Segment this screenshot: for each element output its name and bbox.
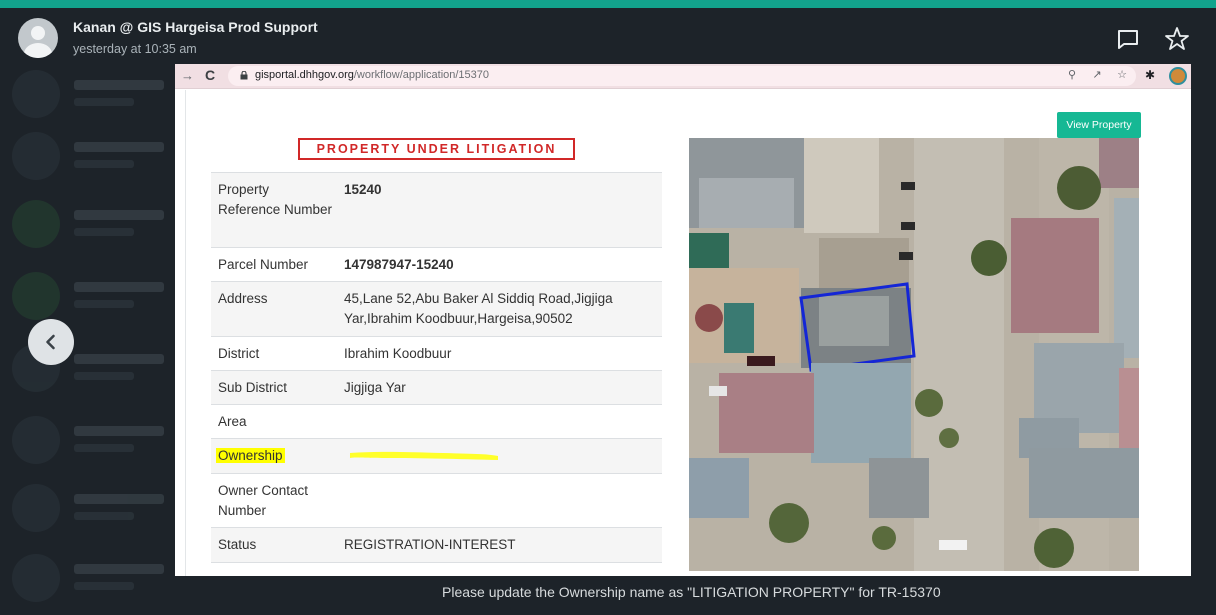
zoom-icon: ⚲	[1067, 69, 1077, 81]
sender-name: Kanan @ GIS Hargeisa Prod Support	[73, 19, 318, 35]
address-bar: gisportal.dhhgov.org/workflow/applicatio…	[228, 66, 1136, 86]
forward-arrow-icon: →	[181, 68, 194, 83]
litigation-banner: PROPERTY UNDER LITIGATION	[298, 138, 575, 160]
list-item	[12, 416, 172, 472]
ownership-label-highlight: Ownership	[216, 448, 285, 463]
table-row: Ownership	[211, 438, 662, 473]
reload-icon: C	[205, 67, 216, 83]
message-timestamp: yesterday at 10:35 am	[73, 42, 197, 56]
share-icon: ↗	[1092, 69, 1102, 81]
browser-toolbar: → C gisportal.dhhgov.org/workflow/applic…	[175, 64, 1191, 89]
list-item	[12, 554, 172, 610]
redaction-scribble	[350, 451, 498, 460]
comment-icon[interactable]	[1115, 26, 1141, 52]
list-item	[12, 132, 172, 188]
table-row: Status REGISTRATION-INTEREST	[211, 527, 662, 562]
star-icon[interactable]	[1164, 26, 1190, 52]
bookmark-star-icon: ☆	[1117, 69, 1127, 81]
top-accent-bar	[0, 0, 1216, 8]
extensions-icon: ✱	[1145, 68, 1156, 82]
view-property-button: View Property	[1057, 112, 1141, 138]
table-row	[211, 562, 662, 576]
table-row: Address 45,Lane 52,Abu Baker Al Siddiq R…	[211, 281, 662, 336]
url-text: gisportal.dhhgov.org/workflow/applicatio…	[255, 69, 490, 81]
list-item	[12, 484, 172, 540]
list-item	[12, 200, 172, 256]
chevron-left-icon	[46, 334, 55, 350]
profile-avatar-icon	[1169, 67, 1187, 85]
table-row: Sub District Jigjiga Yar	[211, 370, 662, 404]
list-item	[12, 272, 172, 328]
table-row: Property Reference Number 15240	[211, 172, 662, 247]
sender-avatar[interactable]	[18, 18, 58, 58]
background-chat-list	[0, 60, 175, 615]
lock-icon	[240, 71, 248, 80]
aerial-property-image	[689, 138, 1139, 571]
table-row: District Ibrahim Koodbuur	[211, 336, 662, 370]
shared-screenshot-image: → C gisportal.dhhgov.org/workflow/applic…	[175, 64, 1191, 576]
table-row: Owner Contact Number	[211, 473, 662, 527]
list-item	[12, 70, 172, 126]
previous-media-button[interactable]	[28, 319, 74, 365]
table-row: Area	[211, 404, 662, 438]
table-row: Parcel Number 147987947-15240	[211, 247, 662, 281]
